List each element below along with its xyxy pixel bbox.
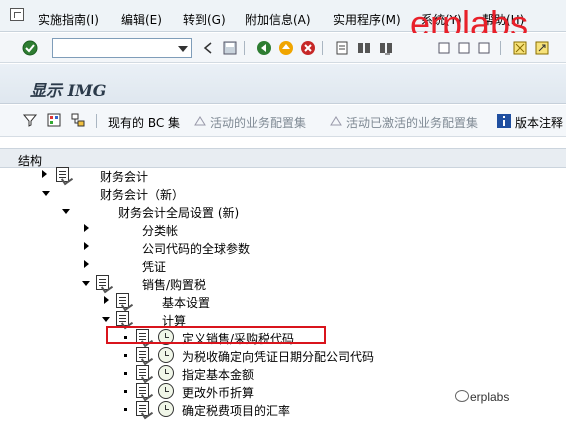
tree-node-label[interactable]: 更改外币折算: [182, 384, 254, 401]
find-icon[interactable]: [356, 40, 372, 56]
tree-row[interactable]: 财务会计全局设置 (新): [0, 202, 566, 220]
bullet-icon: [124, 408, 127, 411]
expand-icon[interactable]: [84, 224, 89, 232]
execute-activity-icon[interactable]: [158, 365, 174, 381]
tree-node-label[interactable]: 指定基本金额: [182, 366, 254, 383]
tree-row[interactable]: 基本设置: [0, 292, 566, 310]
prev-page-icon[interactable]: [456, 40, 472, 56]
print-icon[interactable]: [334, 40, 350, 56]
create-session-icon[interactable]: [512, 40, 528, 56]
expand-icon[interactable]: [84, 260, 89, 268]
expand-icon[interactable]: [84, 242, 89, 250]
chevron-down-icon[interactable]: [178, 46, 188, 52]
tree-row[interactable]: 财务会计: [0, 166, 566, 184]
standard-toolbar: [0, 33, 566, 63]
document-icon[interactable]: [116, 293, 129, 308]
navigate-back-icon[interactable]: [200, 40, 216, 56]
bc-set-icon: [194, 116, 206, 126]
bc-sets-button[interactable]: 现有的 BC 集: [108, 114, 180, 131]
tree-node-label[interactable]: 为税收确定向凭证日期分配公司代码: [182, 348, 374, 365]
document-icon[interactable]: [56, 167, 69, 182]
exit-icon[interactable]: [278, 40, 294, 56]
collapse-icon[interactable]: [42, 191, 50, 196]
document-icon[interactable]: [116, 311, 129, 326]
title-bar: 显示 IMG: [0, 64, 566, 104]
tree-node-label[interactable]: 基本设置: [162, 294, 210, 311]
menu-edit[interactable]: 编辑(E): [121, 11, 162, 28]
expand-icon[interactable]: [104, 296, 109, 304]
tree-node-label[interactable]: 分类帐: [142, 222, 178, 239]
document-icon[interactable]: [96, 275, 109, 290]
collapse-icon[interactable]: [82, 281, 90, 286]
cancel-icon[interactable]: [300, 40, 316, 56]
save-icon[interactable]: [222, 40, 238, 56]
tree-node-label[interactable]: 公司代码的全球参数: [142, 240, 250, 257]
expand-icon[interactable]: [42, 170, 47, 178]
tree-row[interactable]: 公司代码的全球参数: [0, 238, 566, 256]
tree-node-label[interactable]: 财务会计（新）: [100, 186, 184, 203]
grid-icon[interactable]: [46, 112, 62, 128]
execute-activity-icon[interactable]: [158, 401, 174, 417]
toolbar-separator: [322, 41, 323, 55]
application-toolbar: 现有的 BC 集 活动的业务配置集 活动已激活的业务配置集 版本注释: [0, 105, 566, 137]
release-notes-button[interactable]: 版本注释: [515, 114, 563, 131]
next-page-icon[interactable]: [476, 40, 492, 56]
find-next-icon[interactable]: [378, 40, 394, 56]
bullet-icon: [124, 390, 127, 393]
bullet-icon: [124, 372, 127, 375]
hierarchy-icon[interactable]: [70, 112, 86, 128]
execute-activity-icon[interactable]: [158, 347, 174, 363]
bottom-watermark: erplabs: [470, 390, 510, 404]
document-icon[interactable]: [136, 365, 149, 380]
tree-row[interactable]: 凭证: [0, 256, 566, 274]
filter-icon[interactable]: [22, 112, 38, 128]
wechat-icon: [455, 390, 469, 402]
toolbar-separator: [244, 41, 245, 55]
document-icon[interactable]: [136, 383, 149, 398]
bc-set-activated-icon: [330, 116, 342, 126]
first-page-icon[interactable]: [436, 40, 452, 56]
tree-node-label[interactable]: 销售/购置税: [142, 276, 206, 293]
menu-bar: 实施指南(I) 编辑(E) 转到(G) 附加信息(A) 实用程序(M) 系统(Y…: [0, 0, 566, 42]
command-field[interactable]: [52, 38, 192, 58]
document-icon[interactable]: [136, 401, 149, 416]
shortcut-icon[interactable]: [534, 40, 550, 56]
active-bc-sets-button[interactable]: 活动的业务配置集: [210, 114, 306, 131]
tree-node-label[interactable]: 确定税费项目的汇率: [182, 402, 290, 419]
tree-row[interactable]: 财务会计（新）: [0, 184, 566, 202]
tree-row[interactable]: 为税收确定向凭证日期分配公司代码: [0, 346, 566, 364]
document-icon[interactable]: [136, 347, 149, 362]
enter-icon[interactable]: [22, 40, 38, 56]
bullet-icon: [124, 354, 127, 357]
toolbar-separator: [96, 114, 97, 128]
toolbar-separator: [500, 41, 501, 55]
execute-activity-icon[interactable]: [158, 383, 174, 399]
back-icon[interactable]: [256, 40, 272, 56]
collapse-icon[interactable]: [62, 209, 70, 214]
menu-utilities[interactable]: 实用程序(M): [333, 11, 401, 28]
menu-extras[interactable]: 附加信息(A): [245, 11, 311, 28]
collapse-icon[interactable]: [102, 317, 110, 322]
menu-implementation-guide[interactable]: 实施指南(I): [38, 11, 99, 28]
tree-header: 结构: [0, 148, 566, 168]
system-menu-icon[interactable]: [10, 8, 24, 21]
info-icon: [497, 114, 511, 128]
tree-node-label[interactable]: 财务会计: [100, 168, 148, 185]
tree-node-label[interactable]: 凭证: [142, 258, 166, 275]
activated-bc-sets-button[interactable]: 活动已激活的业务配置集: [346, 114, 478, 131]
tree-node-label[interactable]: 财务会计全局设置 (新): [118, 204, 239, 221]
tree-row[interactable]: 销售/购置税: [0, 274, 566, 292]
tree-row[interactable]: 指定基本金额: [0, 364, 566, 382]
highlight-box: [106, 326, 326, 344]
menu-goto[interactable]: 转到(G): [183, 11, 226, 28]
tree-row[interactable]: 分类帐: [0, 220, 566, 238]
page-title: 显示 IMG: [30, 81, 107, 100]
